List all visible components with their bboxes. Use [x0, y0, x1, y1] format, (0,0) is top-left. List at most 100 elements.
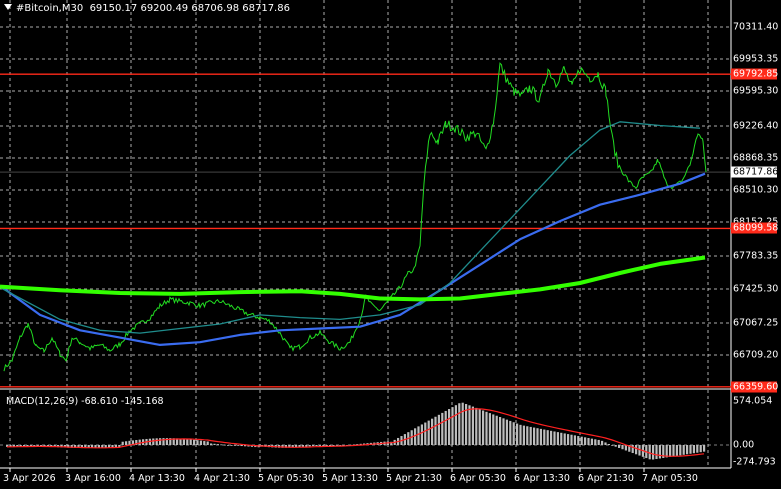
symbol-timeframe: #Bitcoin,M30 [16, 3, 84, 14]
macd-histogram-bar [199, 440, 202, 445]
macd-histogram-bar [424, 422, 427, 445]
price-tick-label: 70311.40 [733, 21, 779, 33]
macd-histogram-bar [189, 439, 192, 445]
price-tick-label: 67425.30 [733, 283, 779, 295]
macd-histogram-bar [216, 444, 219, 445]
macd-histogram-bar [560, 432, 563, 445]
time-tick-label: 5 Apr 13:30 [322, 473, 378, 484]
level-price-label[interactable]: 68099.58 [731, 222, 778, 234]
time-tick-label: 6 Apr 13:30 [514, 473, 570, 484]
macd-histogram-bar [414, 428, 417, 445]
macd-histogram-bar [301, 445, 304, 447]
macd-histogram-bar [220, 444, 223, 446]
price-tick-label: 67067.25 [733, 317, 779, 329]
time-tick-label: 3 Apr 16:00 [65, 473, 121, 484]
price-tick-label: 66709.20 [733, 349, 779, 361]
macd-histogram-bar [675, 445, 678, 456]
macd-histogram-bar [322, 445, 325, 446]
chart-canvas[interactable] [0, 0, 781, 489]
macd-histogram-bar [441, 412, 444, 445]
macd-histogram-bar [196, 440, 199, 445]
trading-chart-window[interactable]: #Bitcoin,M30 69150.17 69200.49 68706.98 … [0, 0, 781, 489]
dropdown-triangle-icon[interactable] [4, 4, 12, 10]
macd-histogram-bar [546, 430, 549, 445]
macd-histogram-bar [509, 420, 512, 445]
macd-histogram-bar [543, 429, 546, 445]
macd-histogram-bar [210, 443, 213, 445]
macd-histogram-bar [125, 441, 128, 445]
macd-histogram-bar [526, 426, 529, 445]
ma-blue-line [0, 172, 706, 346]
macd-histogram-bar [159, 438, 162, 445]
ohlc-values: 69150.17 69200.49 68706.98 68717.86 [89, 3, 290, 14]
macd-histogram-bar [478, 409, 481, 445]
macd-histogram-bar [475, 407, 478, 445]
macd-histogram-bar [193, 439, 196, 445]
macd-histogram-bar [631, 445, 634, 454]
macd-histogram-bar [485, 411, 488, 445]
macd-histogram-bar [111, 445, 114, 448]
time-tick-label: 3 Apr 2026 [3, 473, 56, 484]
macd-histogram-bar [420, 424, 423, 445]
macd-histogram-bar [461, 402, 464, 445]
macd-histogram-bar [624, 445, 627, 451]
macd-histogram-bar [580, 436, 583, 445]
macd-histogram-bar [682, 445, 685, 455]
macd-histogram-bar [550, 430, 553, 445]
macd-histogram-bar [587, 437, 590, 445]
macd-histogram-bar [223, 444, 226, 446]
macd-histogram-bar [692, 445, 695, 454]
macd-histogram-bar [601, 440, 604, 445]
macd-histogram-bar [427, 420, 430, 445]
macd-signal-line [6, 408, 705, 457]
macd-histogram-bar [539, 428, 542, 445]
macd-histogram-bar [308, 445, 311, 447]
macd-histogram-bar [138, 439, 141, 445]
macd-histogram-bar [499, 417, 502, 445]
macd-histogram-bar [567, 434, 570, 445]
macd-histogram-bar [182, 438, 185, 445]
macd-histogram-bar [471, 406, 474, 445]
level-price-label[interactable]: 69792.85 [731, 68, 778, 80]
macd-histogram-bar [434, 416, 437, 445]
price-tick-label: 69226.40 [733, 120, 779, 132]
macd-histogram-bar [227, 445, 230, 446]
macd-histogram-bar [437, 414, 440, 445]
macd-histogram-bar [689, 445, 692, 454]
ma-teal-line [0, 121, 701, 334]
macd-histogram-bar [451, 407, 454, 445]
macd-tick-label: 0.00 [733, 439, 755, 451]
macd-histogram-bar [696, 445, 699, 453]
macd-histogram-bar [240, 445, 243, 447]
macd-histogram-bar [618, 445, 621, 448]
macd-histogram-bar [315, 445, 318, 447]
macd-histogram-bar [573, 435, 576, 445]
macd-histogram-bar [614, 445, 617, 447]
macd-histogram-bar [679, 445, 682, 456]
price-tick-label: 69595.30 [733, 85, 779, 97]
macd-histogram-bar [533, 427, 536, 445]
macd-histogram-bar [590, 438, 593, 445]
macd-histogram-bar [584, 437, 587, 445]
macd-histogram-bar [621, 445, 624, 450]
ma-green-line [0, 255, 706, 302]
price-tick-label: 69953.35 [733, 53, 779, 65]
time-tick-label: 5 Apr 21:30 [386, 473, 442, 484]
macd-histogram-bar [686, 445, 689, 455]
macd-histogram-bar [448, 409, 451, 445]
macd-histogram-bar [597, 439, 600, 445]
macd-histogram-bar [577, 436, 580, 445]
macd-histogram-bar [672, 445, 675, 457]
macd-histogram-bar [121, 441, 124, 445]
macd-histogram-bar [611, 445, 614, 446]
macd-histogram-bar [607, 443, 610, 445]
macd-histogram-bar [206, 441, 209, 445]
macd-histogram-bar [553, 431, 556, 445]
macd-histogram-bar [203, 441, 206, 445]
macd-histogram-bar [108, 445, 111, 448]
macd-histogram-bar [492, 414, 495, 445]
level-price-label[interactable]: 66359.60 [731, 381, 778, 393]
macd-histogram-bar [604, 442, 607, 445]
macd-histogram-bar [128, 440, 131, 445]
macd-histogram-bar [488, 413, 491, 445]
